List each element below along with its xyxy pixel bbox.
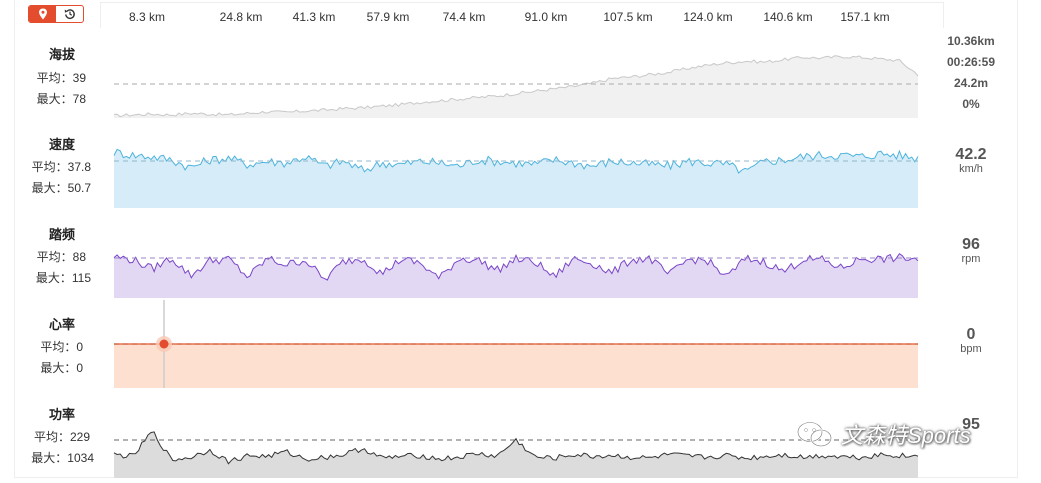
心率-area [114,344,918,388]
踏频-area [114,253,918,298]
watermark: 文森特Sports [795,418,971,450]
海拔-area [114,55,918,118]
watermark-text: 文森特Sports [841,423,971,448]
wechat-icon [796,421,833,448]
cursor-marker[interactable] [159,339,169,349]
activity-charts[interactable] [0,0,1041,483]
速度-area [114,149,918,208]
